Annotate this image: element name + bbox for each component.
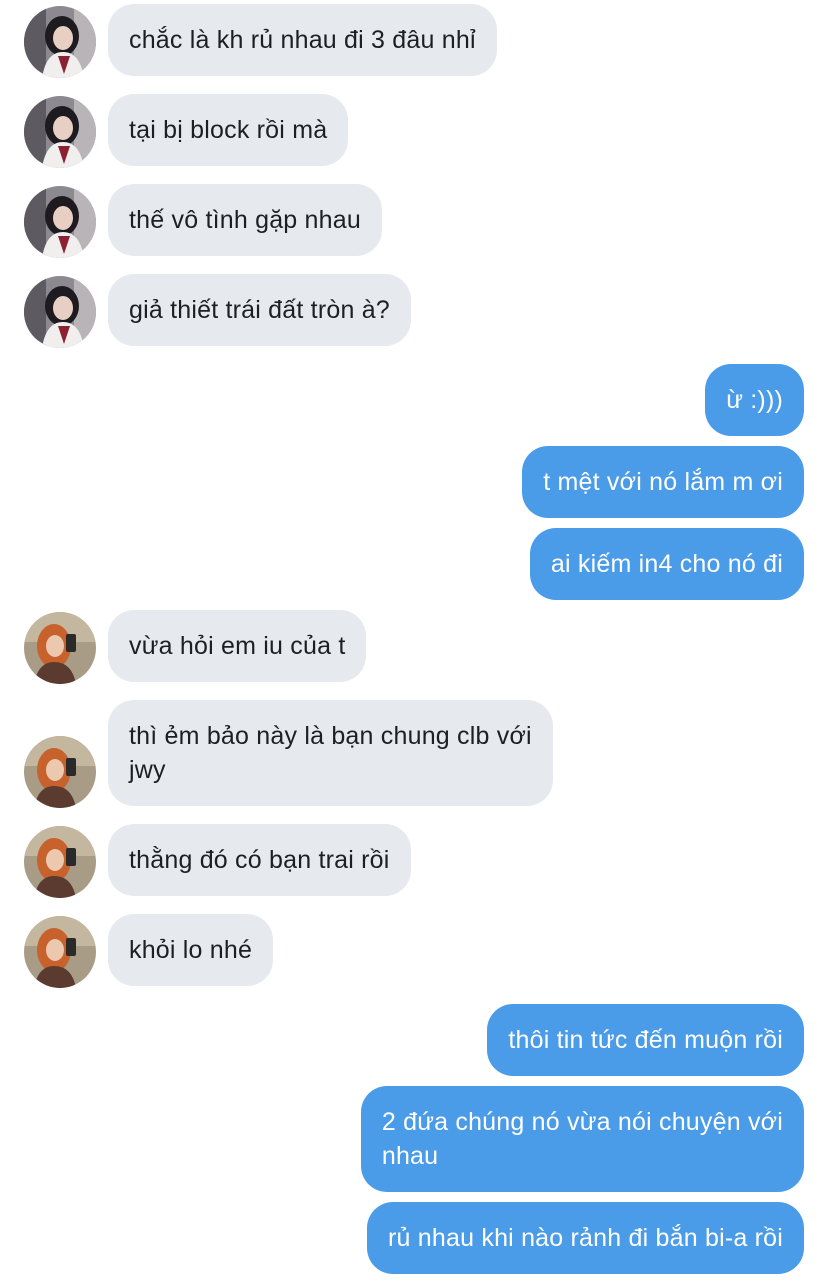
- contact-avatar[interactable]: [24, 186, 96, 258]
- contact-avatar[interactable]: [24, 736, 96, 808]
- user-avatar-dark-hair-icon: [24, 6, 96, 78]
- user-avatar-dark-hair-icon: [24, 186, 96, 258]
- contact-avatar[interactable]: [24, 612, 96, 684]
- incoming-message[interactable]: chắc là kh rủ nhau đi 3 đâu nhỉ: [108, 4, 497, 76]
- contact-avatar[interactable]: [24, 6, 96, 78]
- outgoing-message[interactable]: rủ nhau khi nào rảnh đi bắn bi-a rồi: [367, 1202, 804, 1274]
- outgoing-message[interactable]: t mệt với nó lắm m ơi: [522, 446, 804, 518]
- incoming-message[interactable]: thế vô tình gặp nhau: [108, 184, 382, 256]
- outgoing-message[interactable]: ai kiếm in4 cho nó đi: [529, 528, 804, 600]
- incoming-message[interactable]: vừa hỏi em iu của t: [108, 610, 367, 682]
- user-avatar-orange-hair-icon: [24, 736, 96, 808]
- contact-avatar[interactable]: [24, 916, 96, 988]
- incoming-message[interactable]: giả thiết trái đất tròn à?: [108, 274, 411, 346]
- user-avatar-orange-hair-icon: [24, 916, 96, 988]
- contact-avatar[interactable]: [24, 276, 96, 348]
- user-avatar-orange-hair-icon: [24, 612, 96, 684]
- incoming-message[interactable]: khỏi lo nhé: [108, 914, 274, 986]
- contact-avatar[interactable]: [24, 96, 96, 168]
- outgoing-message[interactable]: thôi tin tức đến muộn rồi: [487, 1004, 804, 1076]
- outgoing-message[interactable]: ừ :))): [705, 364, 804, 436]
- incoming-message[interactable]: tại bị block rồi mà: [108, 94, 349, 166]
- incoming-message[interactable]: thì ẻm bảo này là bạn chung clb với jwy: [108, 700, 553, 806]
- incoming-message[interactable]: thằng đó có bạn trai rồi: [108, 824, 411, 896]
- user-avatar-dark-hair-icon: [24, 276, 96, 348]
- outgoing-message[interactable]: 2 đứa chúng nó vừa nói chuyện với nhau: [360, 1086, 804, 1192]
- user-avatar-orange-hair-icon: [24, 826, 96, 898]
- user-avatar-dark-hair-icon: [24, 96, 96, 168]
- contact-avatar[interactable]: [24, 826, 96, 898]
